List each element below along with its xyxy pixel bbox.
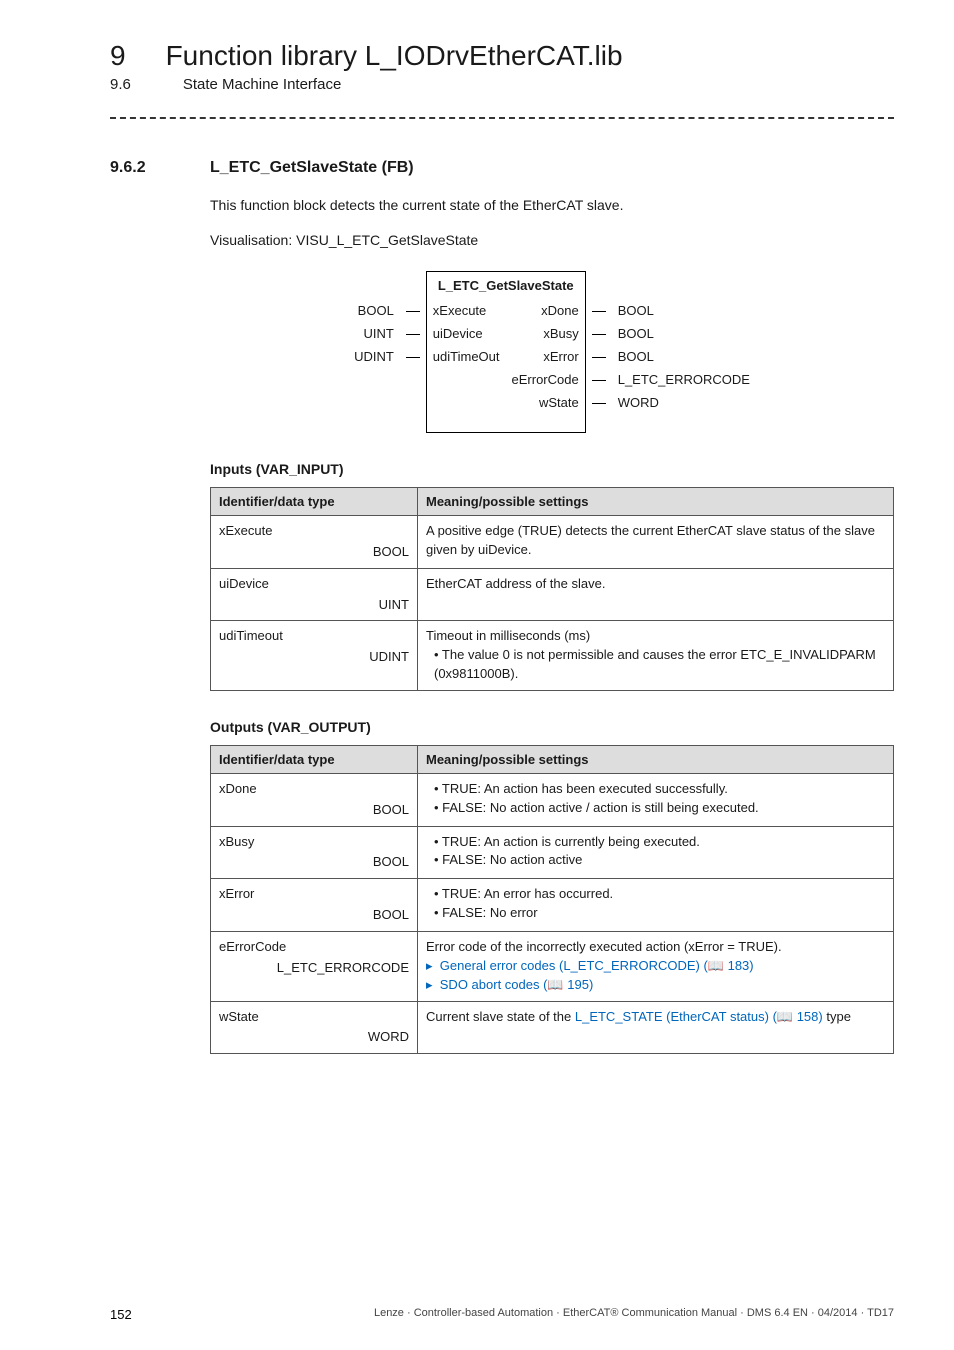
out-type-4: WORD [219, 1028, 409, 1047]
th-ident: Identifier/data type [211, 488, 418, 516]
fb-in-type-2: UDINT [348, 345, 400, 368]
fb-out-name-1: xBusy [506, 322, 586, 345]
in-type-2: UDINT [219, 648, 409, 667]
fb-in-type-0: BOOL [348, 299, 400, 322]
fb-in-name-1: uiDevice [426, 322, 505, 345]
fb-in-name-2: udiTimeOut [426, 345, 505, 368]
subsection-number: 9.6.2 [110, 159, 170, 177]
out-name-3: eErrorCode [219, 938, 409, 957]
in-name-1: uiDevice [219, 575, 409, 594]
out-mean-4: Current slave state of the L_ETC_STATE (… [418, 1001, 894, 1054]
subsection-header: 9.6.2 L_ETC_GetSlaveState (FB) [110, 159, 894, 177]
fb-out-name-3: eErrorCode [506, 368, 586, 391]
in-mean-0: A positive edge (TRUE) detects the curre… [418, 516, 894, 569]
out-name-2: xError [219, 885, 409, 904]
book-icon: 195 [539, 977, 593, 992]
table-row: xError BOOL • TRUE: An error has occurre… [211, 879, 894, 932]
fb-out-type-2: BOOL [612, 345, 756, 368]
page-number: 152 [110, 1307, 132, 1322]
out-type-1: BOOL [219, 853, 409, 872]
th-ident: Identifier/data type [211, 745, 418, 773]
out-type-3: L_ETC_ERRORCODE [219, 959, 409, 978]
fb-in-name-0: xExecute [426, 299, 505, 322]
fb-out-name-0: xDone [506, 299, 586, 322]
table-header-row: Identifier/data type Meaning/possible se… [211, 745, 894, 773]
fb-in-type-1: UINT [348, 322, 400, 345]
in-mean-1: EtherCAT address of the slave. [418, 568, 894, 621]
link-general-error-codes[interactable]: General error codes (L_ETC_ERRORCODE)183 [426, 958, 754, 973]
link-etc-state[interactable]: L_ETC_STATE (EtherCAT status)158 [575, 1009, 823, 1024]
separator [110, 117, 894, 119]
book-icon: 183 [700, 958, 754, 973]
subsection-title: L_ETC_GetSlaveState (FB) [210, 159, 414, 177]
book-icon: 158 [769, 1009, 823, 1024]
outputs-heading: Outputs (VAR_OUTPUT) [210, 719, 894, 735]
link-sdo-abort-codes[interactable]: SDO abort codes195 [426, 977, 593, 992]
table-row: xBusy BOOL • TRUE: An action is currentl… [211, 826, 894, 879]
fb-out-type-4: WORD [612, 391, 756, 414]
in-name-0: xExecute [219, 522, 409, 541]
section-number: 9.6 [110, 76, 131, 93]
out-type-2: BOOL [219, 906, 409, 925]
in-name-2: udiTimeout [219, 627, 409, 646]
out-name-1: xBusy [219, 833, 409, 852]
table-row: wState WORD Current slave state of the L… [211, 1001, 894, 1054]
out-name-4: wState [219, 1008, 409, 1027]
table-row: xDone BOOL • TRUE: An action has been ex… [211, 773, 894, 826]
footer-line: Lenze · Controller-based Automation · Et… [374, 1307, 894, 1322]
chapter-title: Function library L_IODrvEtherCAT.lib [166, 40, 623, 72]
fb-out-name-2: xError [506, 345, 586, 368]
outputs-table: Identifier/data type Meaning/possible se… [210, 745, 894, 1054]
chapter-number: 9 [110, 40, 126, 72]
table-row: udiTimeout UDINT Timeout in milliseconds… [211, 621, 894, 691]
in-type-1: UINT [219, 596, 409, 615]
fb-name: L_ETC_GetSlaveState [426, 272, 585, 300]
th-mean: Meaning/possible settings [418, 488, 894, 516]
out-mean-2: • TRUE: An error has occurred. • FALSE: … [418, 879, 894, 932]
table-row: eErrorCode L_ETC_ERRORCODE Error code of… [211, 931, 894, 1001]
out-type-0: BOOL [219, 801, 409, 820]
out-name-0: xDone [219, 780, 409, 799]
inputs-heading: Inputs (VAR_INPUT) [210, 461, 894, 477]
table-row: xExecute BOOL A positive edge (TRUE) det… [211, 516, 894, 569]
section-title: State Machine Interface [183, 76, 341, 93]
intro-paragraph-2: Visualisation: VISU_L_ETC_GetSlaveState [210, 230, 894, 251]
section-header: 9.6 State Machine Interface [110, 76, 894, 93]
out-mean-1: • TRUE: An action is currently being exe… [418, 826, 894, 879]
fb-out-type-3: L_ETC_ERRORCODE [612, 368, 756, 391]
fb-table: L_ETC_GetSlaveState BOOL xExecute xDone … [348, 271, 756, 433]
page-footer: 152 Lenze · Controller-based Automation … [110, 1307, 894, 1322]
out-mean-0: • TRUE: An action has been executed succ… [418, 773, 894, 826]
in-mean-2: Timeout in milliseconds (ms) • The value… [418, 621, 894, 691]
table-header-row: Identifier/data type Meaning/possible se… [211, 488, 894, 516]
intro-paragraph-1: This function block detects the current … [210, 195, 894, 216]
fb-out-type-0: BOOL [612, 299, 756, 322]
out-mean-3: Error code of the incorrectly executed a… [418, 931, 894, 1001]
th-mean: Meaning/possible settings [418, 745, 894, 773]
fb-out-name-4: wState [506, 391, 586, 414]
chapter-header: 9 Function library L_IODrvEtherCAT.lib [110, 40, 894, 72]
table-row: uiDevice UINT EtherCAT address of the sl… [211, 568, 894, 621]
function-block-diagram: L_ETC_GetSlaveState BOOL xExecute xDone … [210, 271, 894, 433]
fb-out-type-1: BOOL [612, 322, 756, 345]
in-type-0: BOOL [219, 543, 409, 562]
inputs-table: Identifier/data type Meaning/possible se… [210, 487, 894, 691]
